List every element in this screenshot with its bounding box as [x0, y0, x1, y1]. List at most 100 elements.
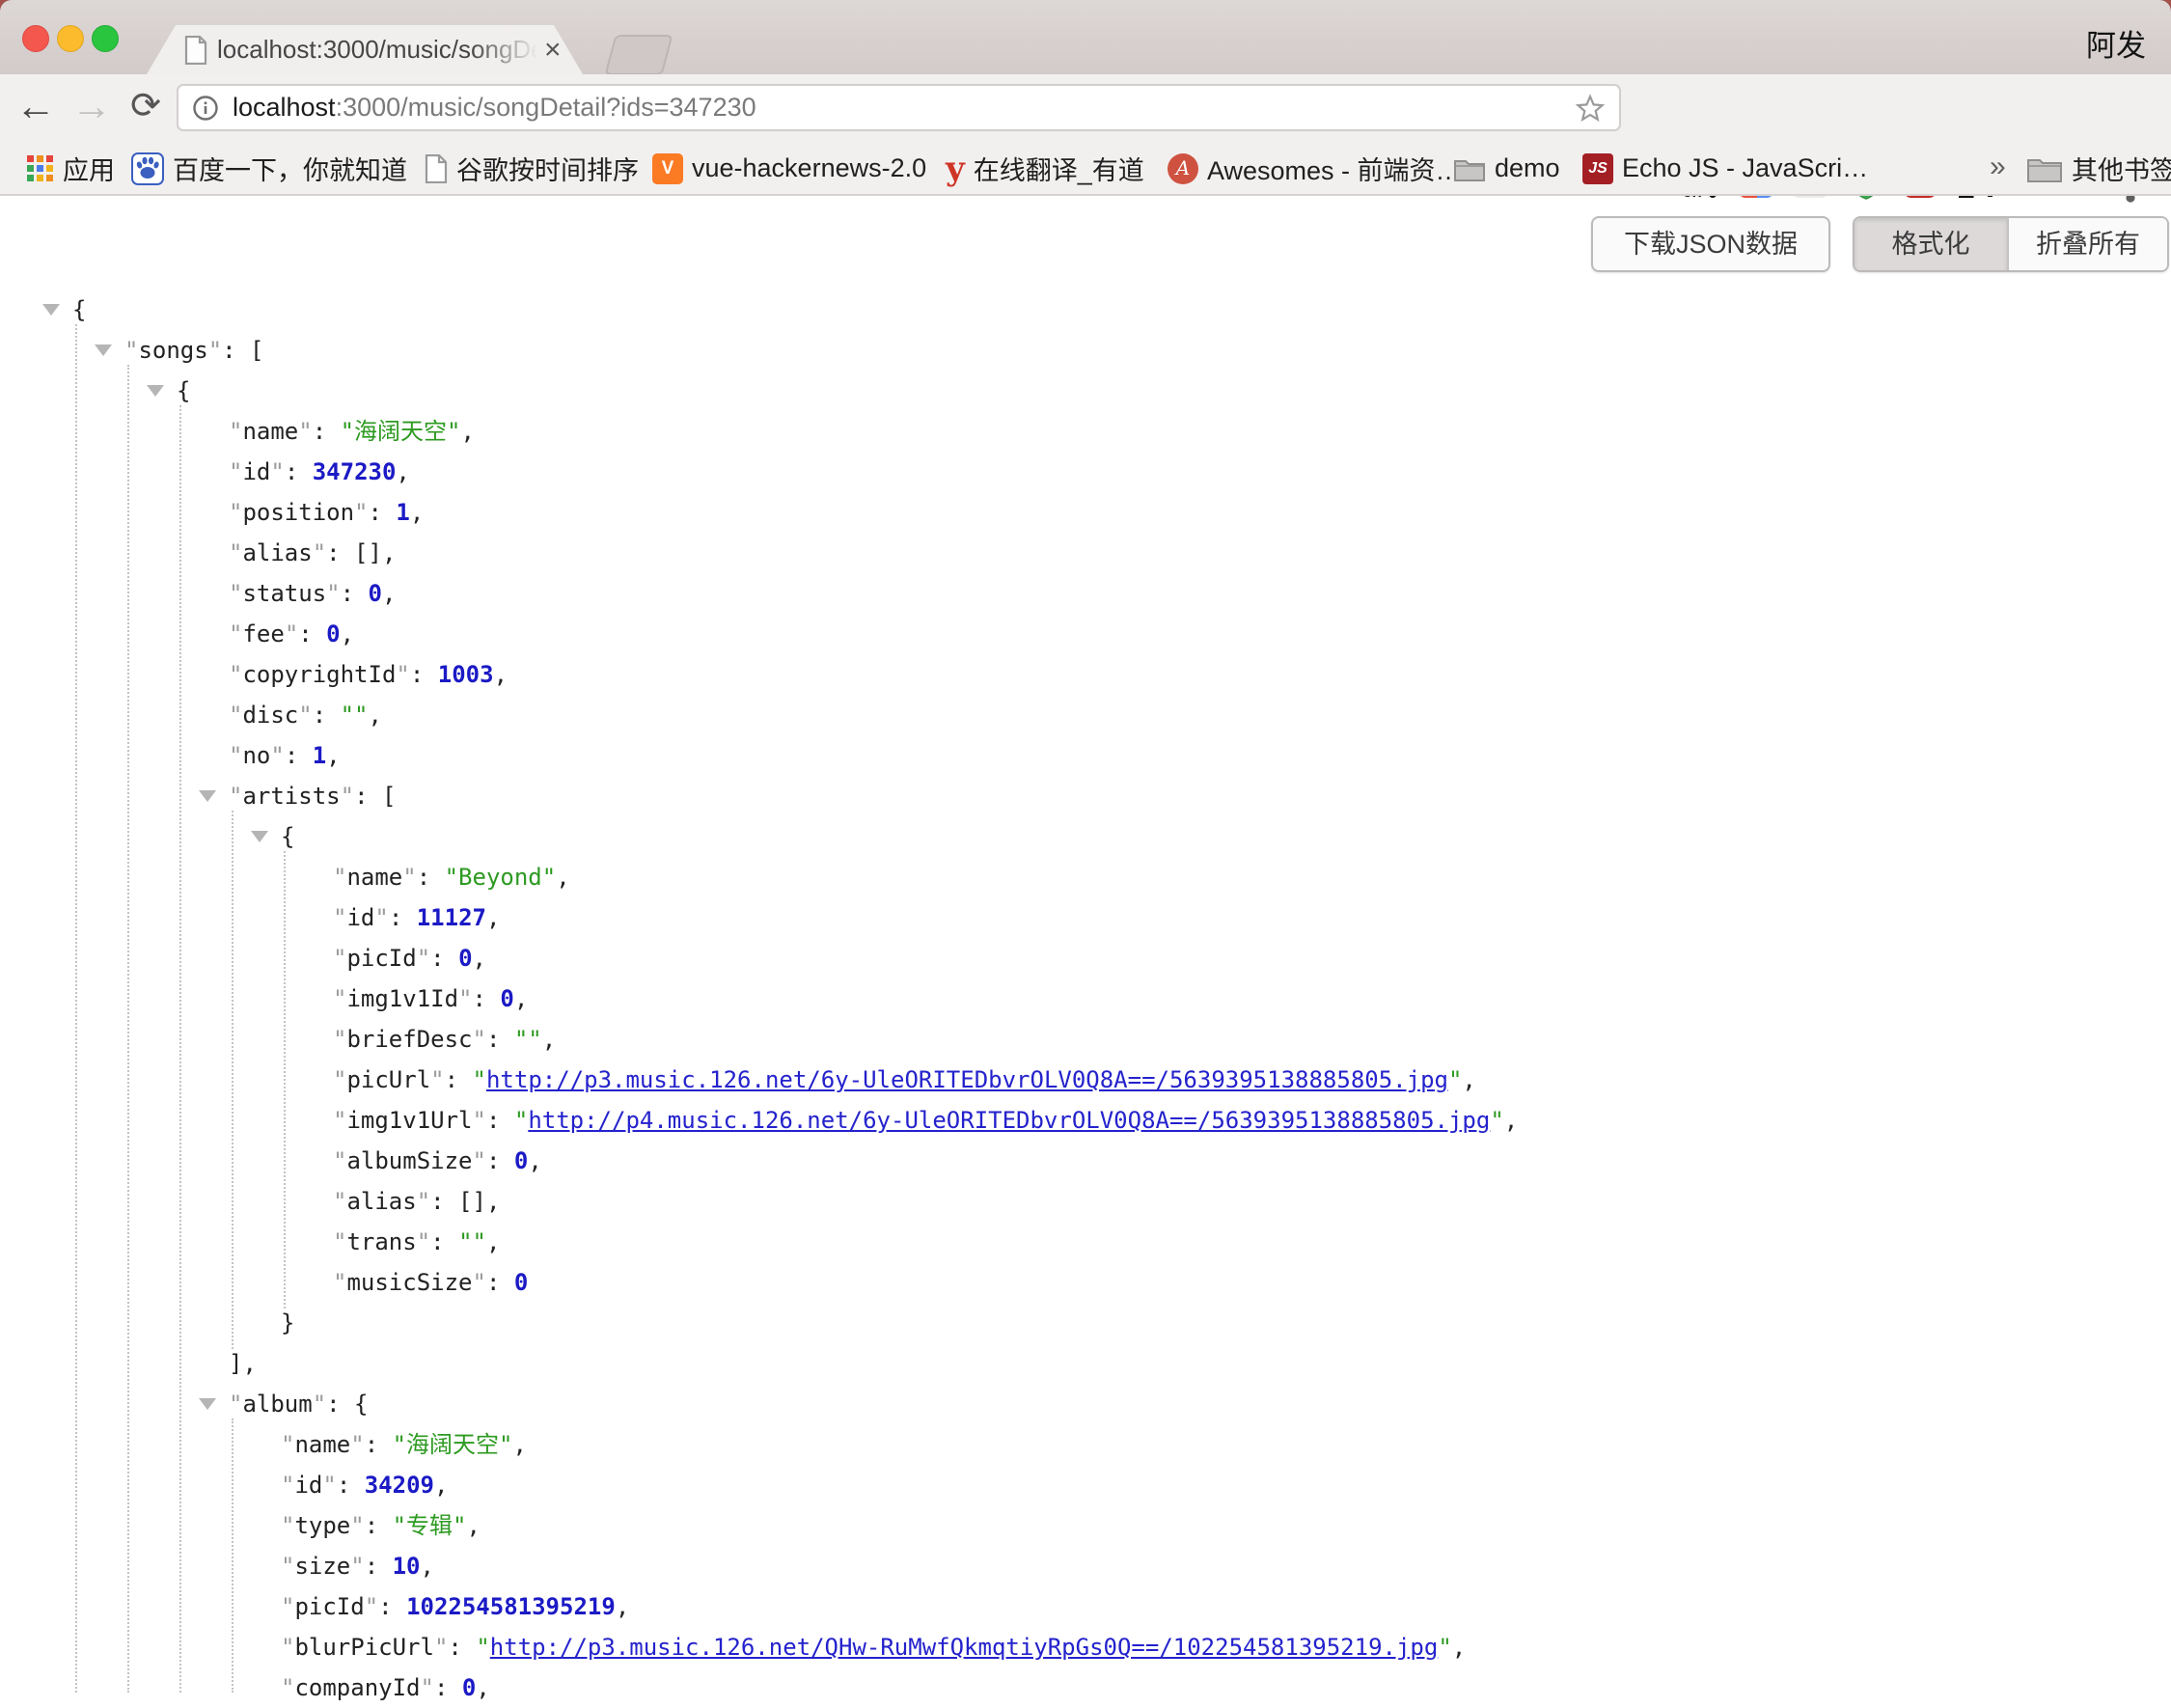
json-line: "blurPicUrl": "http://p3.music.126.net/Q…	[281, 1627, 1466, 1667]
json-punctuation: :	[337, 1472, 365, 1499]
json-punctuation: ,	[1504, 1107, 1518, 1134]
json-string: "Beyond"	[445, 864, 557, 891]
json-line: "trans": "",	[333, 1222, 500, 1262]
json-key: "id"	[333, 904, 389, 931]
json-punctuation: :	[410, 661, 438, 688]
json-punctuation: :	[486, 1147, 514, 1174]
json-punctuation: :	[445, 1066, 473, 1093]
json-link-wrap: "http://p3.music.126.net/6y-UleORITEDbvr…	[473, 1066, 1463, 1093]
json-punctuation: ,	[486, 1228, 500, 1255]
json-line: "id": 347230,	[229, 452, 410, 492]
json-punctuation: ,	[1462, 1066, 1475, 1093]
json-punctuation: ,	[616, 1593, 629, 1620]
json-punctuation: ,	[513, 1431, 527, 1458]
collapse-triangle-icon[interactable]	[199, 1398, 216, 1410]
json-punctuation: ,	[396, 458, 409, 485]
json-key: "briefDesc"	[333, 1026, 486, 1053]
json-line: "name": "海阔天空",	[229, 411, 475, 452]
json-key: "artists"	[229, 783, 354, 810]
collapse-triangle-icon[interactable]	[42, 304, 60, 316]
json-punctuation: ,	[494, 661, 508, 688]
json-line: "img1v1Url": "http://p4.music.126.net/6y…	[333, 1100, 1518, 1141]
json-punctuation: ,	[382, 580, 396, 607]
collapse-triangle-icon[interactable]	[251, 831, 268, 842]
json-line: "musicSize": 0	[333, 1262, 528, 1303]
json-punctuation: : [	[222, 337, 263, 364]
collapse-triangle-icon[interactable]	[95, 344, 112, 356]
json-line: "name": "Beyond",	[333, 857, 570, 897]
json-line: "alias": [],	[229, 533, 396, 573]
json-number: 0	[514, 1147, 528, 1174]
json-punctuation: : [	[354, 783, 396, 810]
json-number: 1	[313, 742, 326, 769]
json-string: ""	[514, 1026, 542, 1053]
indent-guide	[127, 365, 129, 1693]
json-key: "position"	[229, 499, 369, 526]
json-line: "size": 10,	[281, 1546, 434, 1586]
json-punctuation: ,	[473, 945, 486, 972]
json-string: ""	[458, 1228, 486, 1255]
json-punctuation: :	[486, 1026, 514, 1053]
json-line: "artists": [	[229, 776, 396, 816]
indent-guide	[284, 851, 286, 1309]
json-key: "id"	[281, 1472, 337, 1499]
json-line: "disc": "",	[229, 695, 382, 735]
json-line: "alias": [],	[333, 1181, 500, 1222]
json-punctuation: ,	[542, 1026, 556, 1053]
json-line: "picId": 102254581395219,	[281, 1586, 629, 1627]
json-line: "type": "专辑",	[281, 1505, 481, 1546]
json-punctuation: ,	[1452, 1634, 1466, 1661]
json-punctuation: :	[365, 1553, 393, 1580]
json-key: "img1v1Id"	[333, 985, 473, 1012]
json-line: ],	[229, 1343, 257, 1384]
json-line: {	[281, 816, 294, 857]
json-punctuation: :	[365, 1431, 393, 1458]
indent-guide	[232, 811, 234, 1349]
json-line: "id": 11127,	[333, 897, 500, 938]
json-number: 10	[393, 1553, 421, 1580]
json-key: "img1v1Url"	[333, 1107, 486, 1134]
json-punctuation: ],	[229, 1350, 257, 1377]
collapse-triangle-icon[interactable]	[199, 790, 216, 802]
indent-guide	[75, 324, 77, 1693]
json-link[interactable]: http://p4.music.126.net/6y-UleORITEDbvrO…	[528, 1107, 1490, 1134]
json-link[interactable]: http://p3.music.126.net/6y-UleORITEDbvrO…	[486, 1066, 1448, 1093]
json-line: "briefDesc": "",	[333, 1019, 556, 1060]
json-number: 11127	[417, 904, 486, 931]
json-line: "songs": [	[124, 330, 264, 371]
json-number: 0	[369, 580, 382, 607]
json-key: "copyrightId"	[229, 661, 410, 688]
json-punctuation: :	[486, 1269, 514, 1296]
json-line: "fee": 0,	[229, 614, 354, 654]
json-number: 34209	[365, 1472, 434, 1499]
json-key: "picId"	[333, 945, 430, 972]
json-punctuation: ,	[410, 499, 424, 526]
json-key: "trans"	[333, 1228, 430, 1255]
json-punctuation: :	[285, 742, 313, 769]
json-punctuation: :	[417, 864, 445, 891]
json-punctuation: :	[430, 1228, 458, 1255]
json-key: "name"	[333, 864, 417, 891]
json-key: "picUrl"	[333, 1066, 445, 1093]
json-punctuation: ,	[326, 742, 340, 769]
json-line: "status": 0,	[229, 573, 396, 614]
json-number: 1	[396, 499, 409, 526]
json-key: "name"	[229, 418, 313, 445]
json-line: "position": 1,	[229, 492, 424, 533]
json-number: 0	[514, 1269, 528, 1296]
json-punctuation: ,	[341, 620, 354, 647]
json-line: "albumSize": 0,	[333, 1141, 542, 1181]
json-punctuation: :	[486, 1107, 514, 1134]
json-line: "picId": 0,	[333, 938, 486, 978]
json-string: ""	[341, 702, 369, 729]
json-punctuation: :	[448, 1634, 476, 1661]
json-number: 102254581395219	[406, 1593, 616, 1620]
json-punctuation: :	[285, 458, 313, 485]
json-link[interactable]: http://p3.music.126.net/QHw-RuMwfQkmqtiy…	[490, 1634, 1439, 1661]
json-key: "name"	[281, 1431, 365, 1458]
json-line: "picUrl": "http://p3.music.126.net/6y-Ul…	[333, 1060, 1476, 1100]
json-punctuation: : {	[326, 1391, 368, 1418]
json-key: "companyId"	[281, 1674, 434, 1701]
json-link-wrap: "http://p4.music.126.net/6y-UleORITEDbvr…	[514, 1107, 1504, 1134]
collapse-triangle-icon[interactable]	[147, 385, 164, 397]
